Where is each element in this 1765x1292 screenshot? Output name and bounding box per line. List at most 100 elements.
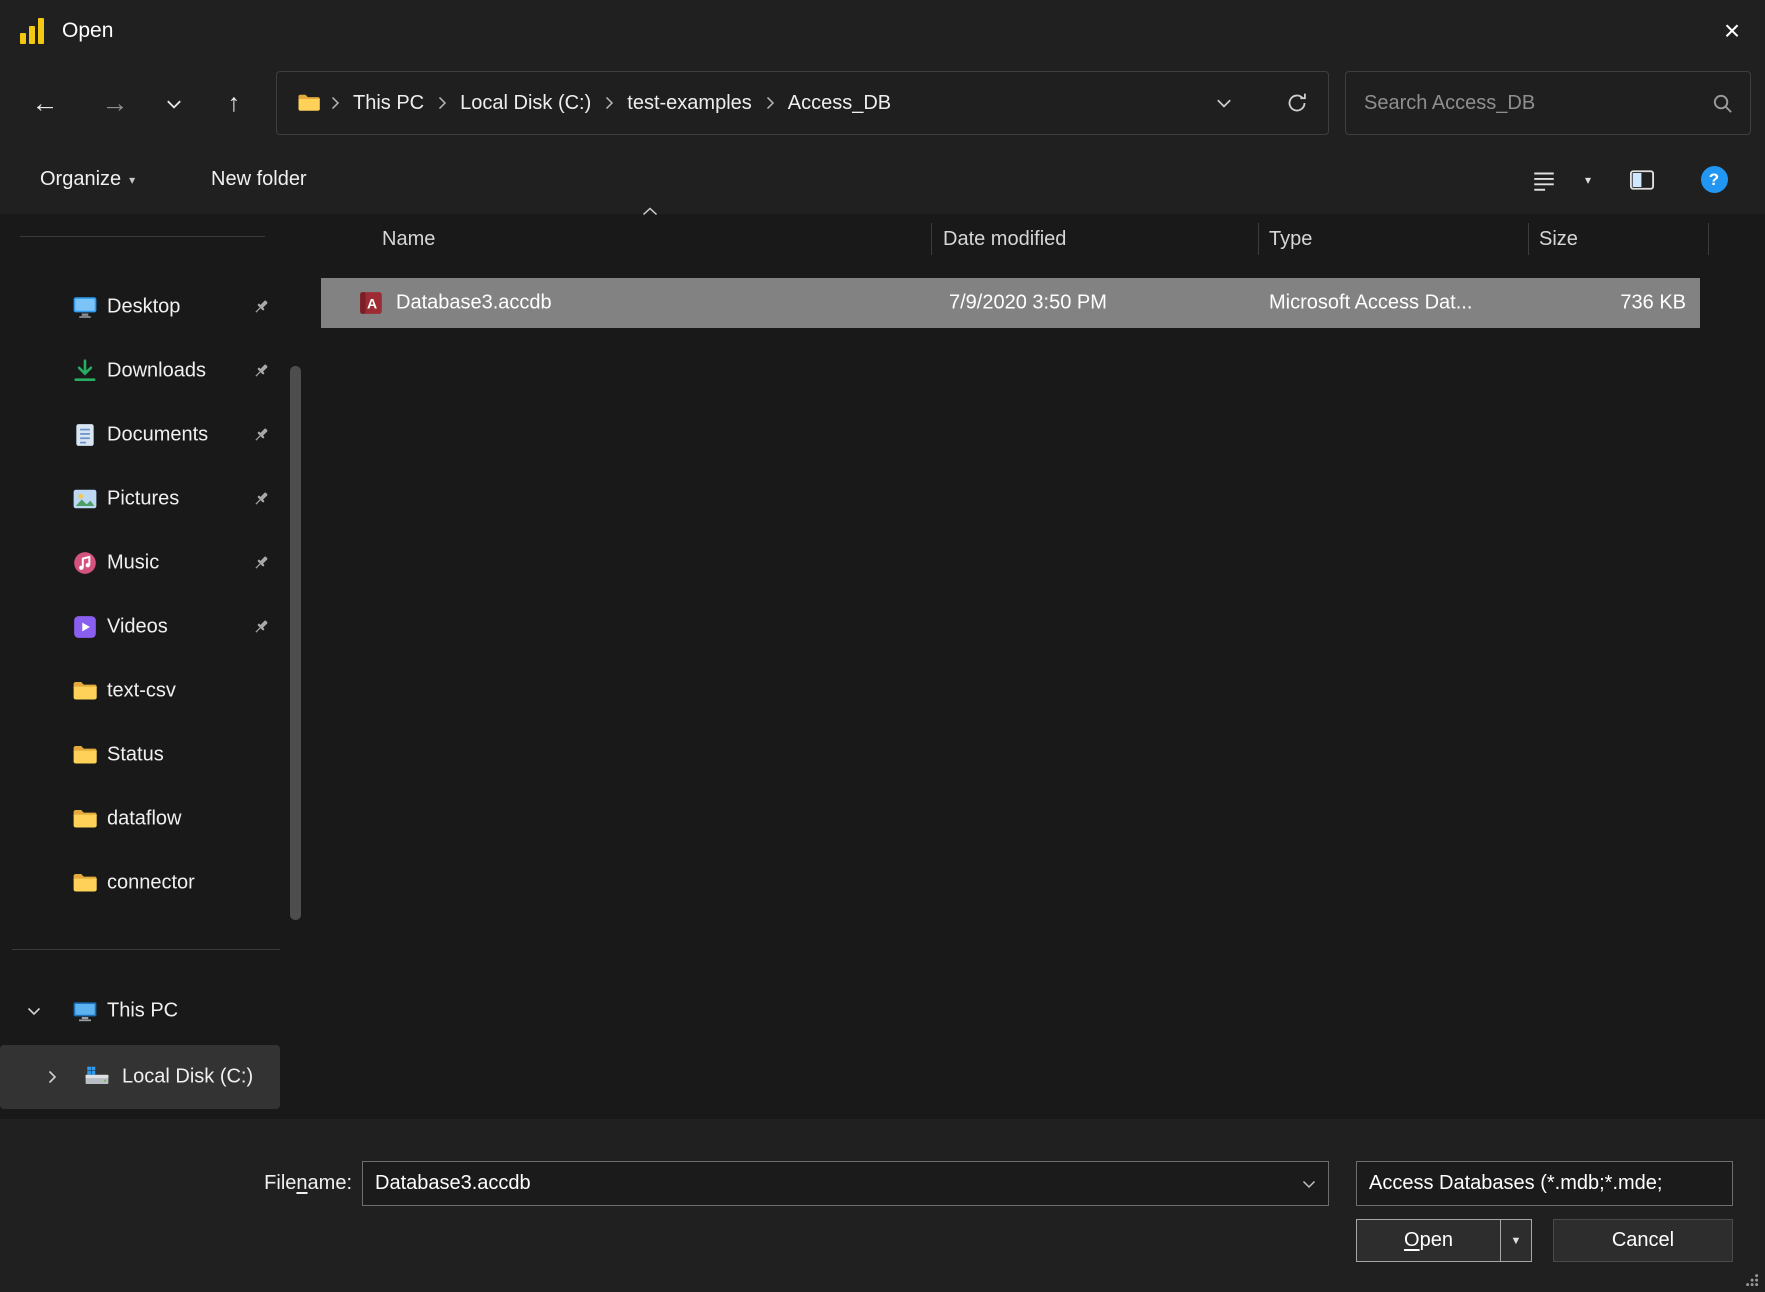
svg-text:A: A bbox=[367, 295, 377, 311]
search-box bbox=[1345, 71, 1751, 135]
refresh-icon bbox=[1288, 93, 1306, 112]
breadcrumb-test-examples[interactable]: test-examples bbox=[623, 92, 756, 115]
pin-icon bbox=[255, 620, 268, 633]
sidebar-item-label: Downloads bbox=[107, 359, 206, 382]
sidebar-item-pictures[interactable]: Pictures bbox=[0, 467, 280, 531]
sidebar-item-dataflow[interactable]: dataflow bbox=[0, 787, 280, 851]
column-header-size[interactable]: Size bbox=[1539, 214, 1578, 264]
column-divider[interactable] bbox=[931, 223, 932, 255]
search-icon[interactable] bbox=[1711, 92, 1734, 115]
chevron-right-icon bbox=[439, 96, 447, 110]
documents-icon bbox=[76, 424, 94, 446]
chevron-down-icon bbox=[27, 1007, 41, 1016]
chevron-right-icon bbox=[331, 96, 340, 110]
refresh-button[interactable] bbox=[1280, 72, 1314, 134]
resize-grip[interactable] bbox=[1742, 1270, 1760, 1288]
divider bbox=[20, 236, 265, 237]
folder-icon bbox=[73, 810, 97, 828]
sidebar-item-label: Music bbox=[107, 551, 160, 574]
sidebar-item-label: Status bbox=[107, 743, 164, 766]
help-button[interactable]: ? bbox=[1694, 145, 1734, 214]
organize-button[interactable]: Organize ▾ bbox=[40, 145, 135, 214]
up-button[interactable]: ↑ bbox=[210, 62, 258, 145]
sidebar-item-text-csv[interactable]: text-csv bbox=[0, 659, 280, 723]
pin-icon bbox=[255, 364, 268, 377]
file-name-dropdown-button[interactable] bbox=[1293, 1161, 1325, 1206]
sidebar-item-documents[interactable]: Documents bbox=[0, 403, 280, 467]
file-name-input[interactable] bbox=[362, 1161, 1329, 1206]
divider bbox=[12, 949, 280, 950]
sidebar-item-label: This PC bbox=[107, 999, 179, 1022]
preview-pane-icon bbox=[1629, 169, 1655, 190]
column-header-date-modified[interactable]: Date modified bbox=[943, 214, 1066, 264]
pin-icon bbox=[255, 428, 268, 441]
file-size: 736 KB bbox=[1620, 291, 1686, 314]
new-folder-button[interactable]: New folder bbox=[211, 145, 307, 214]
folder-icon bbox=[73, 874, 97, 892]
chevron-down-icon bbox=[1217, 99, 1231, 108]
command-bar: Organize ▾ New folder ▾ ? bbox=[0, 145, 1765, 214]
column-header-type[interactable]: Type bbox=[1269, 214, 1312, 264]
back-button[interactable]: ← bbox=[21, 62, 69, 145]
sidebar-item-label: Videos bbox=[107, 615, 168, 638]
file-type: Microsoft Access Dat... bbox=[1269, 291, 1473, 314]
sidebar-item-label: dataflow bbox=[107, 807, 182, 830]
powerbi-bar bbox=[38, 18, 44, 44]
open-dropdown-button[interactable]: ▼ bbox=[1501, 1220, 1531, 1261]
view-dropdown-button[interactable]: ▾ bbox=[1568, 145, 1608, 214]
column-divider[interactable] bbox=[1528, 223, 1529, 255]
organize-label: Organize bbox=[40, 168, 122, 190]
breadcrumb-local-disk[interactable]: Local Disk (C:) bbox=[456, 92, 595, 115]
powerbi-bar bbox=[20, 33, 26, 44]
sidebar-item-this-pc[interactable]: This PC bbox=[0, 979, 280, 1043]
column-divider[interactable] bbox=[1708, 223, 1709, 255]
local-disk-icon bbox=[85, 1066, 109, 1085]
sidebar-item-music[interactable]: Music bbox=[0, 531, 280, 595]
label-part: File bbox=[264, 1172, 297, 1194]
music-icon bbox=[74, 552, 96, 574]
column-divider[interactable] bbox=[1258, 223, 1259, 255]
open-dialog: Open × ← → ↑ This PC Local Disk (C:) tes… bbox=[0, 0, 1765, 1292]
file-type-select[interactable]: Access Databases (*.mdb;*.mde; bbox=[1356, 1161, 1733, 1206]
close-button[interactable]: × bbox=[1699, 0, 1765, 62]
cancel-button[interactable]: Cancel bbox=[1553, 1219, 1733, 1262]
sidebar-item-status[interactable]: Status bbox=[0, 723, 280, 787]
search-input[interactable] bbox=[1346, 72, 1698, 134]
sidebar-item-connector[interactable]: connector bbox=[0, 851, 280, 915]
folder-icon bbox=[73, 746, 97, 764]
chevron-down-icon bbox=[1302, 1180, 1316, 1188]
label-part: pen bbox=[1419, 1229, 1453, 1251]
file-row-database3[interactable]: A Database3.accdb 7/9/2020 3:50 PM Micro… bbox=[321, 278, 1700, 328]
column-header-name[interactable]: Name bbox=[382, 214, 435, 264]
address-dropdown-button[interactable] bbox=[1207, 72, 1241, 134]
pin-icon bbox=[255, 300, 268, 313]
sidebar-item-label: connector bbox=[107, 871, 195, 894]
breadcrumb-access-db[interactable]: Access_DB bbox=[784, 92, 895, 115]
sidebar-item-label: Local Disk (C:) bbox=[122, 1065, 254, 1088]
sidebar-item-desktop[interactable]: Desktop bbox=[0, 275, 280, 339]
breadcrumb-this-pc[interactable]: This PC bbox=[349, 92, 428, 115]
access-file-icon: A bbox=[360, 292, 382, 314]
recent-locations-button[interactable] bbox=[150, 62, 198, 145]
preview-pane-button[interactable] bbox=[1622, 145, 1662, 214]
desktop-icon bbox=[73, 297, 97, 318]
videos-icon bbox=[74, 616, 96, 638]
file-date-modified: 7/9/2020 3:50 PM bbox=[949, 291, 1107, 314]
file-name: Database3.accdb bbox=[396, 291, 552, 314]
folder-icon bbox=[298, 94, 320, 111]
label-part: O bbox=[1404, 1229, 1420, 1251]
sidebar-item-label: Documents bbox=[107, 423, 209, 446]
sidebar-item-videos[interactable]: Videos bbox=[0, 595, 280, 659]
file-type-value: Access Databases (*.mdb;*.mde; bbox=[1369, 1172, 1663, 1194]
forward-button[interactable]: → bbox=[91, 62, 139, 145]
powerbi-bar bbox=[29, 26, 35, 44]
sidebar-item-downloads[interactable]: Downloads bbox=[0, 339, 280, 403]
open-button[interactable]: Open bbox=[1357, 1220, 1500, 1261]
sidebar-item-local-disk-c[interactable]: Local Disk (C:) bbox=[0, 1045, 280, 1109]
address-bar[interactable]: This PC Local Disk (C:) test-examples Ac… bbox=[276, 71, 1329, 135]
change-view-button[interactable] bbox=[1524, 145, 1564, 214]
pictures-icon bbox=[73, 489, 97, 509]
folder-icon bbox=[73, 682, 97, 700]
chevron-down-icon bbox=[167, 100, 181, 109]
sidebar-scrollbar[interactable] bbox=[290, 366, 301, 920]
